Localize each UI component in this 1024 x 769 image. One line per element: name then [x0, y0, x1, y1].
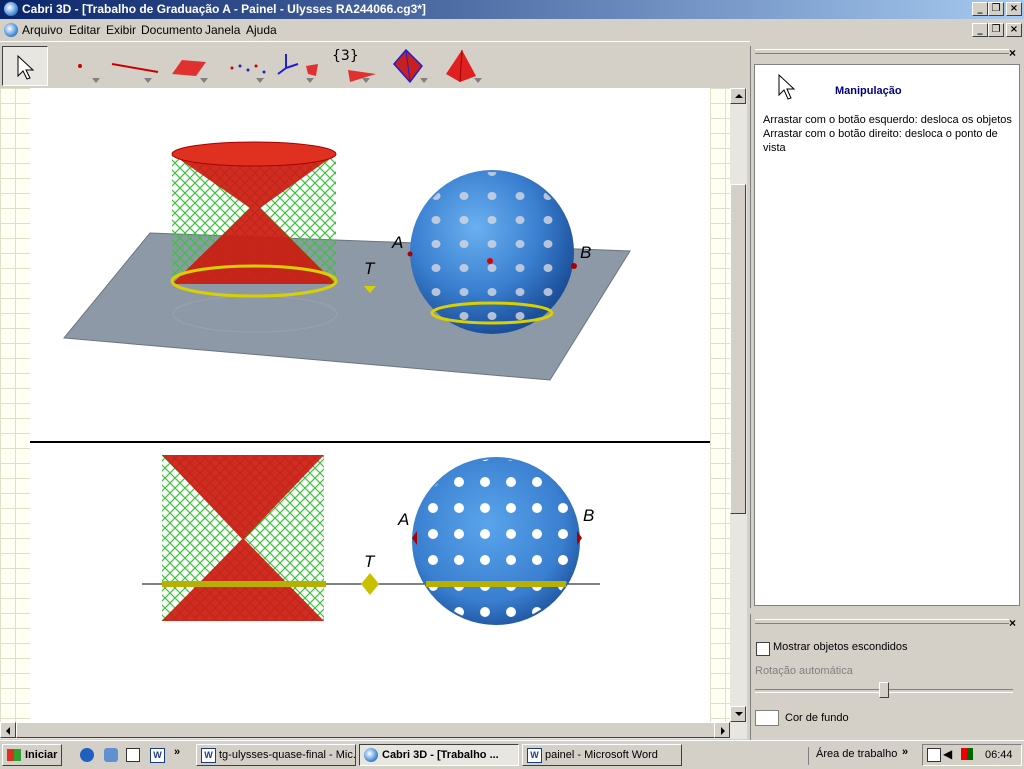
controls-close-icon[interactable]: ×	[1009, 616, 1016, 630]
pointer-icon[interactable]	[2, 46, 48, 86]
horizontal-scrollbar[interactable]	[0, 722, 747, 739]
start-button[interactable]: Iniciar	[2, 744, 62, 766]
front-label-b: B	[583, 506, 594, 525]
label-t: T	[364, 259, 376, 278]
windows-logo-icon	[7, 749, 21, 761]
transform-icon[interactable]	[272, 46, 318, 84]
vertical-scrollbar[interactable]	[730, 88, 747, 722]
scroll-up-button[interactable]	[730, 88, 746, 104]
document-icon[interactable]	[4, 23, 18, 37]
task-label-3: painel - Microsoft Word	[545, 749, 658, 761]
bg-color-swatch[interactable]	[755, 710, 779, 726]
task-button-word-1[interactable]: Wtg-ulysses-quase-final - Mic...	[196, 744, 356, 766]
cabri-app-icon[interactable]	[4, 2, 18, 16]
menu-ajuda[interactable]: Ajuda	[246, 23, 277, 37]
doc-close-button[interactable]: ×	[1006, 23, 1022, 37]
help-title: Manipulação	[835, 85, 902, 97]
plane-icon[interactable]	[166, 46, 210, 84]
start-label: Iniciar	[25, 749, 58, 761]
scroll-right-button[interactable]	[714, 722, 730, 738]
menu-documento[interactable]: Documento	[141, 23, 202, 37]
window-title: Cabri 3D - [Trabalho de Graduação A - Pa…	[22, 2, 426, 16]
grid-margin-left	[0, 88, 30, 722]
pyramid-icon[interactable]	[440, 46, 484, 84]
polyhedron-icon[interactable]	[386, 46, 430, 84]
drawing-canvas[interactable]: T A B T A B	[0, 88, 730, 722]
quicklaunch-more-icon[interactable]: »	[174, 746, 180, 758]
front-label-a: A	[397, 510, 409, 529]
point-icon[interactable]	[58, 46, 102, 84]
calc-label: {3}	[332, 48, 359, 64]
menu-bar: Arquivo Editar Exibir Documento Janela A…	[0, 19, 1024, 41]
volume-icon[interactable]: ◀	[943, 747, 952, 761]
help-line-1: Arrastar com o botão esquerdo: desloca o…	[763, 114, 1012, 126]
doc-restore-button[interactable]: ❐	[988, 23, 1004, 37]
restore-button[interactable]: ❐	[988, 2, 1004, 16]
outlook-icon[interactable]	[104, 748, 118, 762]
desktop-toolbar-label[interactable]: Área de trabalho	[816, 748, 897, 760]
help-box: Manipulação Arrastar com o botão esquerd…	[754, 64, 1020, 606]
calculator-icon[interactable]: {3}	[328, 46, 376, 84]
controls-panel: × Mostrar objetos escondidos Rotação aut…	[750, 614, 1024, 740]
front-label-t: T	[364, 552, 376, 571]
controls-panel-grip[interactable]	[755, 619, 1009, 624]
view-3d[interactable]: T A B	[30, 88, 710, 441]
scroll-left-button[interactable]	[0, 722, 16, 738]
tray-app-icon[interactable]	[961, 748, 973, 760]
view-front[interactable]: T A B	[30, 443, 710, 722]
line-icon[interactable]	[110, 46, 159, 84]
help-line-2: Arrastar com o botão direito: desloca o …	[763, 128, 998, 154]
bg-color-label: Cor de fundo	[785, 712, 849, 724]
show-hidden-label: Mostrar objetos escondidos	[773, 641, 908, 653]
grid-margin-right	[710, 88, 730, 722]
task-label-1: tg-ulysses-quase-final - Mic...	[219, 749, 356, 761]
taskbar-separator	[808, 747, 809, 765]
scroll-thumb-horizontal[interactable]	[16, 722, 716, 738]
scroll-thumb-vertical[interactable]	[730, 184, 746, 514]
cabri-task-icon	[364, 748, 378, 762]
taskbar: Iniciar W » Wtg-ulysses-quase-final - Mi…	[0, 740, 1024, 769]
pointer-icon	[778, 73, 796, 100]
ie-icon[interactable]	[80, 748, 94, 762]
point-b[interactable]	[571, 263, 577, 269]
auto-rotation-slider[interactable]	[879, 682, 889, 698]
menu-arquivo[interactable]: Arquivo	[22, 23, 63, 37]
scroll-down-button[interactable]	[730, 706, 746, 722]
desktop-more-icon[interactable]: »	[902, 746, 908, 758]
network-icon[interactable]	[927, 748, 941, 762]
menu-janela[interactable]: Janela	[205, 23, 240, 37]
word-icon[interactable]: W	[150, 748, 165, 763]
curve-icon[interactable]	[222, 46, 266, 84]
minimize-button[interactable]: _	[972, 2, 988, 16]
doc-minimize-button[interactable]: _	[972, 23, 988, 37]
show-hidden-checkbox[interactable]	[756, 642, 770, 656]
help-panel-grip[interactable]	[755, 49, 1009, 54]
task-button-cabri[interactable]: Cabri 3D - [Trabalho ...	[359, 744, 519, 766]
help-close-icon[interactable]: ×	[1009, 46, 1016, 60]
clock[interactable]: 06:44	[985, 749, 1013, 761]
close-button[interactable]: ×	[1006, 2, 1022, 16]
auto-rotation-label: Rotação automática	[755, 665, 853, 677]
title-bar: Cabri 3D - [Trabalho de Graduação A - Pa…	[0, 0, 1024, 19]
point-a[interactable]	[407, 251, 413, 257]
toolbar: {3}	[0, 41, 750, 89]
label-a: A	[391, 233, 403, 252]
task-button-word-2[interactable]: Wpainel - Microsoft Word	[522, 744, 682, 766]
menu-editar[interactable]: Editar	[69, 23, 100, 37]
front-point-t[interactable]	[361, 573, 379, 595]
desktop-icon[interactable]	[126, 748, 140, 762]
label-b: B	[580, 243, 591, 262]
menu-exibir[interactable]: Exibir	[106, 23, 136, 37]
system-tray: ◀ 06:44	[922, 744, 1022, 766]
task-label-2: Cabri 3D - [Trabalho ...	[382, 749, 499, 761]
